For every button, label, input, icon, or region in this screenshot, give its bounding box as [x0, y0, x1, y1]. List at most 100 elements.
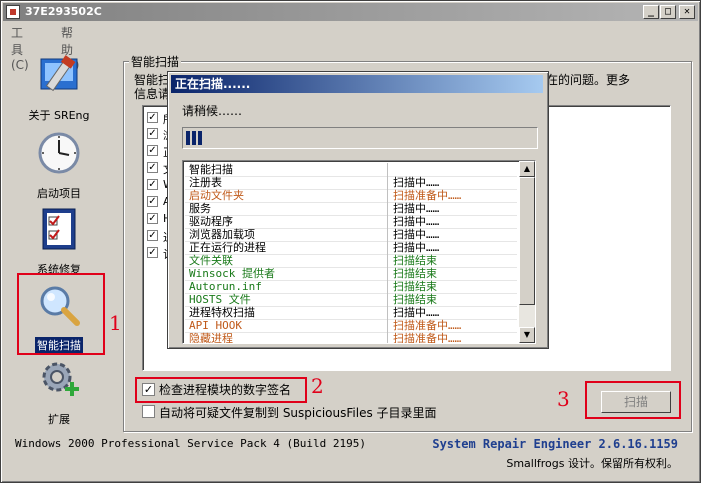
table-row[interactable]: Autorun.inf 扫描结束	[185, 280, 517, 294]
row-status: 扫描中……	[393, 202, 440, 215]
row-status: 扫描中……	[393, 215, 440, 228]
table-row[interactable]: Winsock 提供者 扫描结束	[185, 267, 517, 281]
checkbox-checked-icon[interactable]: ✓	[147, 145, 158, 156]
sidebar-item-about[interactable]: 关于 SREng	[15, 51, 103, 123]
checkbox-checked-icon[interactable]: ✓	[147, 196, 158, 207]
column-divider	[387, 228, 388, 241]
tools-icon	[40, 55, 78, 92]
row-name: 隐藏进程	[189, 332, 233, 344]
dialog-title[interactable]: 正在扫描......	[171, 75, 543, 93]
row-name: Autorun.inf	[189, 280, 262, 293]
product-version-text: System Repair Engineer 2.6.16.1159	[432, 437, 678, 451]
table-row[interactable]: 进程特权扫描 扫描中……	[185, 306, 517, 320]
app-icon	[6, 5, 20, 19]
column-divider	[387, 280, 388, 293]
column-divider	[387, 176, 388, 189]
sidebar-label: 关于 SREng	[28, 109, 90, 122]
vertical-scrollbar[interactable]: ▲ ▼	[519, 161, 535, 343]
row-status: 扫描中……	[393, 176, 440, 189]
column-divider	[387, 254, 388, 267]
copy-option-label: 自动将可疑文件复制到 SuspiciousFiles 子目录里面	[159, 406, 437, 420]
scan-button[interactable]: 扫描	[601, 391, 671, 413]
title-bar[interactable]: 37E293502C _ □ ✕	[3, 3, 698, 21]
row-status: 扫描准备中……	[393, 189, 462, 202]
table-row[interactable]: 正在运行的进程 扫描中……	[185, 241, 517, 255]
sidebar-item-system-repair[interactable]: 系统修复	[15, 205, 103, 277]
row-status: 扫描中……	[393, 228, 440, 241]
row-status: 扫描中……	[393, 306, 440, 319]
row-name: 注册表	[189, 176, 222, 189]
table-row[interactable]: 服务 扫描中……	[185, 202, 517, 216]
row-status: 扫描结束	[393, 254, 437, 267]
clock-icon	[38, 132, 80, 174]
group-title: 智能扫描	[129, 53, 182, 70]
os-version-text: Windows 2000 Professional Service Pack 4…	[15, 437, 366, 450]
description-left: 智能扫	[134, 73, 171, 87]
row-status: 扫描结束	[393, 280, 437, 293]
row-status: 扫描准备中……	[393, 319, 462, 332]
checkbox-checked-icon[interactable]: ✓	[147, 213, 158, 224]
checkbox-checked-icon[interactable]: ✓	[147, 179, 158, 190]
row-name: 正在运行的进程	[189, 241, 266, 254]
signature-option-label: 检查进程模块的数字签名	[159, 383, 292, 397]
checkbox-checked-icon[interactable]: ✓	[147, 230, 158, 241]
column-divider	[387, 332, 388, 343]
maximize-button[interactable]: □	[660, 5, 676, 19]
sidebar-item-startup[interactable]: 启动项目	[15, 129, 103, 201]
annotation-number-2: 2	[311, 374, 324, 398]
table-row[interactable]: HOSTS 文件 扫描结束	[185, 293, 517, 307]
table-row[interactable]: 注册表 扫描中……	[185, 176, 517, 190]
checkbox-checked-icon[interactable]: ✓	[147, 112, 158, 123]
sidebar-label: 扩展	[48, 413, 70, 426]
table-row[interactable]: 智能扫描	[185, 163, 517, 177]
progress-block	[192, 131, 196, 145]
row-name: 启动文件夹	[189, 189, 244, 202]
row-name: 驱动程序	[189, 215, 233, 228]
row-name: Winsock 提供者	[189, 267, 275, 280]
wait-text: 请稍候……	[182, 104, 243, 118]
row-name: 服务	[189, 202, 211, 215]
row-status: 扫描准备中……	[393, 332, 462, 344]
column-divider	[387, 189, 388, 202]
column-divider	[387, 215, 388, 228]
table-row[interactable]: 启动文件夹 扫描准备中……	[185, 189, 517, 203]
checkbox-checked-icon[interactable]: ✓	[147, 247, 158, 258]
table-row[interactable]: 隐藏进程 扫描准备中……	[185, 332, 517, 344]
table-row[interactable]: 文件关联 扫描结束	[185, 254, 517, 268]
table-row[interactable]: 驱动程序 扫描中……	[185, 215, 517, 229]
row-name: API HOOK	[189, 319, 242, 332]
table-row[interactable]: API HOOK 扫描准备中……	[185, 319, 517, 333]
close-button[interactable]: ✕	[679, 5, 695, 19]
scan-status-table[interactable]: 智能扫描 注册表 扫描中…… 启动文件夹 扫描准备中…… 服务 扫描中…… 驱动程序 扫描中………	[182, 160, 536, 344]
annotation-box-1	[17, 273, 105, 355]
row-status: 扫描结束	[393, 293, 437, 306]
checkbox-checked-icon[interactable]: ✓	[147, 162, 158, 173]
sidebar-label: 启动项目	[37, 187, 81, 200]
checkbox-checked-icon[interactable]: ✓	[147, 128, 158, 139]
scroll-up-icon[interactable]: ▲	[519, 161, 535, 177]
scroll-down-icon[interactable]: ▼	[519, 327, 535, 343]
minimize-button[interactable]: _	[643, 5, 659, 19]
signature-checkbox[interactable]: ✓	[142, 383, 155, 396]
scanning-dialog: 正在扫描...... 请稍候…… 智能扫描 注册表 扫描中…… 启动文件夹 扫描准备中……	[167, 71, 549, 349]
sidebar-item-extensions[interactable]: 扩展	[15, 355, 103, 427]
table-row[interactable]: 浏览器加载项 扫描中……	[185, 228, 517, 242]
progress-block	[186, 131, 190, 145]
column-divider	[387, 267, 388, 280]
annotation-number-3: 3	[557, 387, 570, 411]
progress-bar	[182, 127, 538, 149]
column-divider	[387, 202, 388, 215]
row-name: HOSTS 文件	[189, 293, 251, 306]
row-name: 浏览器加载项	[189, 228, 255, 241]
column-divider	[387, 293, 388, 306]
copy-suspicious-checkbox[interactable]	[142, 405, 155, 418]
row-status: 扫描结束	[393, 267, 437, 280]
copyright-text: Smallfrogs 设计。保留所有权利。	[506, 457, 678, 470]
column-divider	[387, 241, 388, 254]
scroll-thumb[interactable]	[519, 177, 535, 305]
annotation-number-1: 1	[109, 311, 122, 335]
window-title: 37E293502C	[25, 5, 102, 18]
checklist-icon	[42, 208, 76, 250]
row-name: 文件关联	[189, 254, 233, 267]
row-status: 扫描中……	[393, 241, 440, 254]
